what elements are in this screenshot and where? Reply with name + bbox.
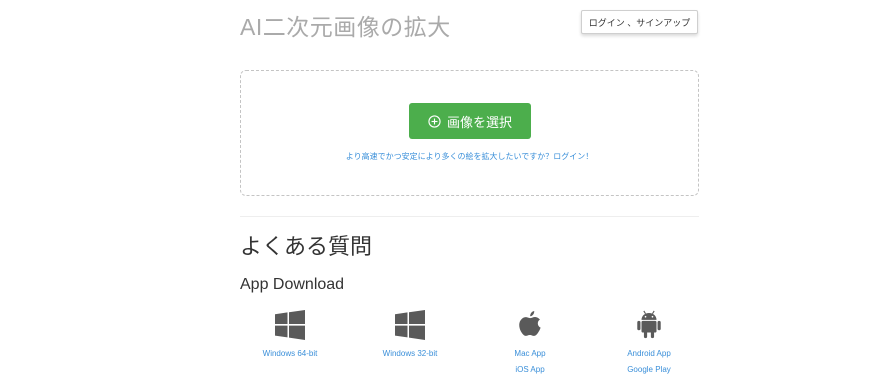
plus-circle-icon (428, 114, 441, 128)
android-app-link[interactable]: Android App (589, 346, 709, 362)
faq-heading: よくある質問 (240, 234, 373, 259)
apple-icon[interactable] (515, 308, 545, 342)
google-play-link[interactable]: Google Play (589, 362, 709, 378)
login-signup-button[interactable]: ログイン 、サインアップ (581, 10, 698, 34)
mac-app-link[interactable]: Mac App (470, 346, 590, 362)
page: AI二次元画像の拡大 ログイン 、サインアップ 画像を選択 より高速でかつ安定に… (0, 0, 890, 391)
select-image-label: 画像を選択 (446, 114, 512, 130)
windows-32-link[interactable]: Windows 32-bit (350, 346, 470, 362)
site-title[interactable]: AI二次元画像の拡大 (240, 8, 451, 42)
download-windows-64: Windows 64-bit (230, 308, 350, 362)
app-download-heading: App Download (240, 276, 345, 293)
android-icon[interactable] (634, 308, 664, 342)
upload-dropzone[interactable]: 画像を選択 より高速でかつ安定により多くの絵を拡大したいですか？ログイン！ (240, 70, 699, 196)
windows-icon[interactable] (274, 308, 306, 342)
ios-app-link[interactable]: iOS App (470, 362, 590, 378)
windows-64-link[interactable]: Windows 64-bit (230, 346, 350, 362)
login-prompt-link[interactable]: より高速でかつ安定により多くの絵を拡大したいですか？ログイン！ (241, 151, 698, 162)
download-apple: Mac App iOS App (470, 308, 590, 378)
section-divider (240, 216, 699, 217)
download-windows-32: Windows 32-bit (350, 308, 470, 362)
select-image-button[interactable]: 画像を選択 (409, 103, 531, 139)
download-android: Android App Google Play (589, 308, 709, 378)
windows-icon[interactable] (394, 308, 426, 342)
